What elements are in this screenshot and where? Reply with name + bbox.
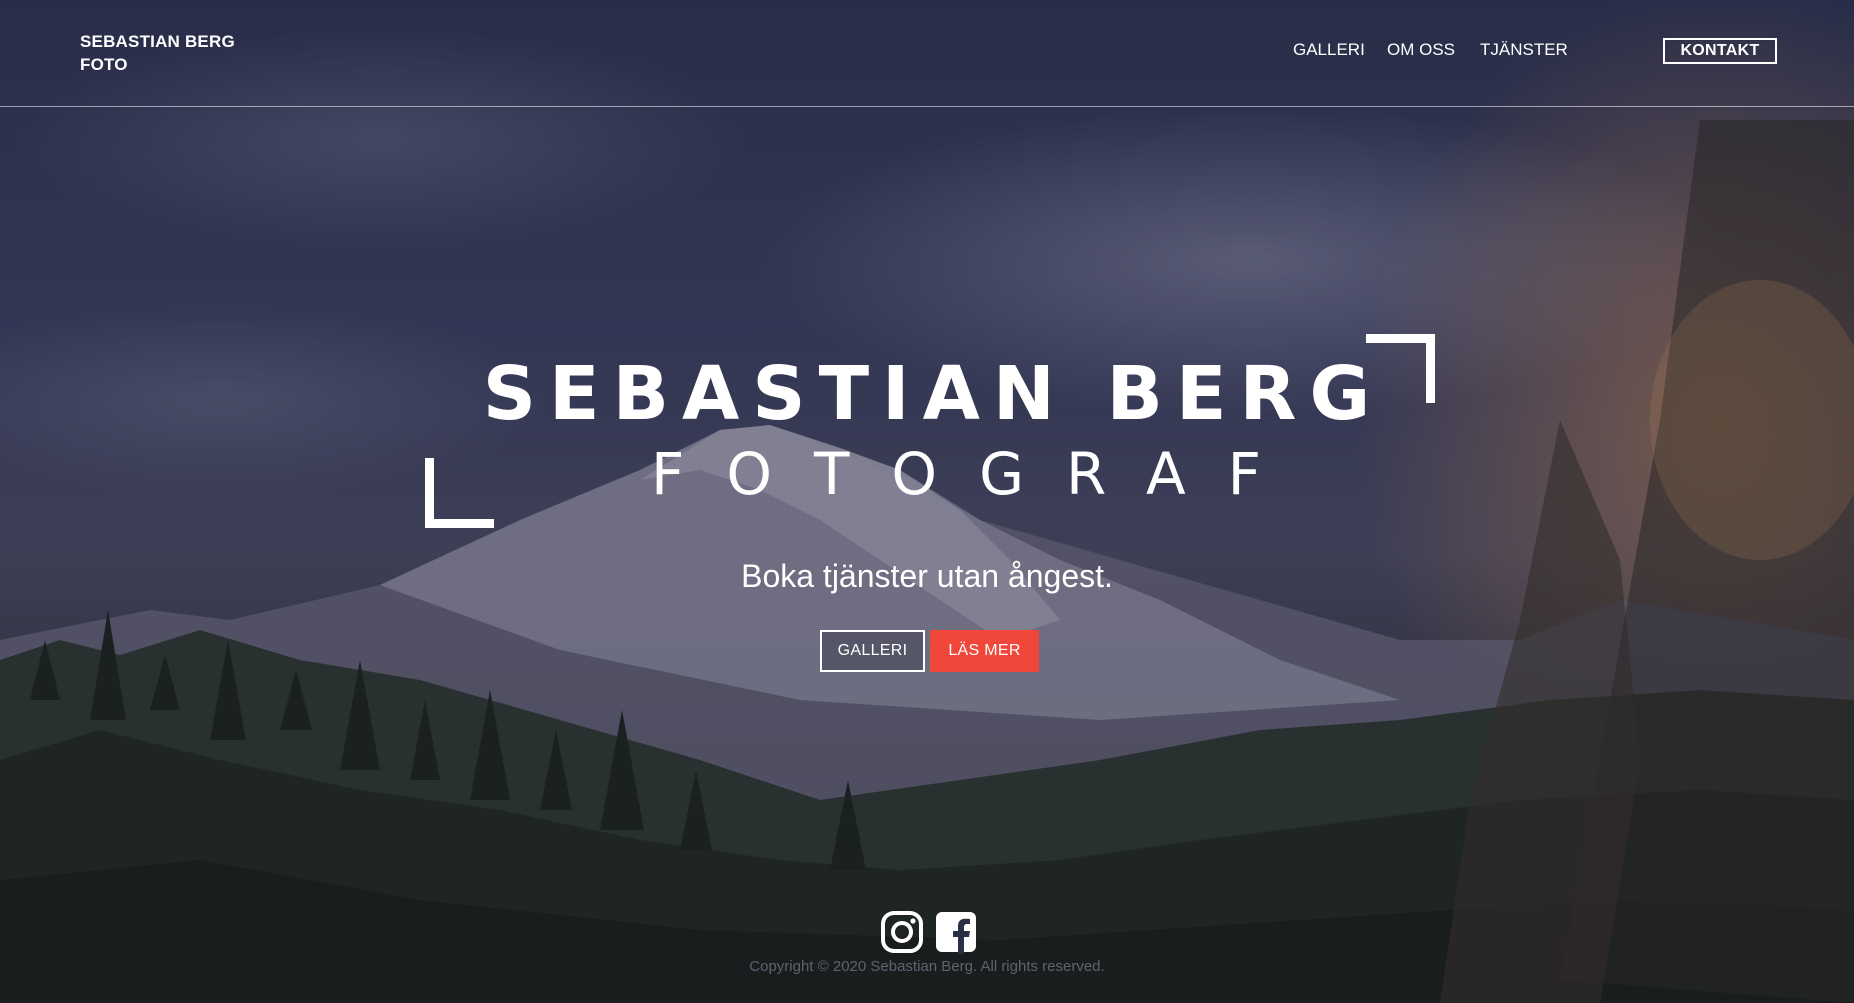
nav-item-galleri[interactable]: GALLERI xyxy=(1293,40,1365,60)
facebook-icon xyxy=(936,912,976,954)
nav-item-tjanster[interactable]: TJÄNSTER xyxy=(1480,40,1568,60)
hero-title: SEBASTIAN BERG xyxy=(482,351,1384,437)
hero-tagline: Boka tjänster utan ångest. xyxy=(741,558,1113,594)
brand-line-2: FOTO xyxy=(80,55,128,74)
copyright-text: Copyright © 2020 Sebastian Berg. All rig… xyxy=(749,958,1105,975)
gallery-button[interactable]: GALLERI xyxy=(820,630,925,672)
brand-logo[interactable]: SEBASTIAN BERG FOTO xyxy=(80,30,235,76)
nav-item-om-oss[interactable]: OM OSS xyxy=(1387,40,1455,60)
read-more-button[interactable]: LÄS MER xyxy=(930,630,1039,672)
facebook-link[interactable] xyxy=(934,910,978,954)
site-header: SEBASTIAN BERG FOTO GALLERI OM OSS TJÄNS… xyxy=(0,0,1854,107)
brand-line-1: SEBASTIAN BERG xyxy=(80,32,235,51)
contact-button[interactable]: KONTAKT xyxy=(1663,38,1777,64)
instagram-icon xyxy=(881,911,923,953)
instagram-link[interactable] xyxy=(880,910,924,954)
hero-subtitle: FOTOGRAF xyxy=(650,440,1304,508)
